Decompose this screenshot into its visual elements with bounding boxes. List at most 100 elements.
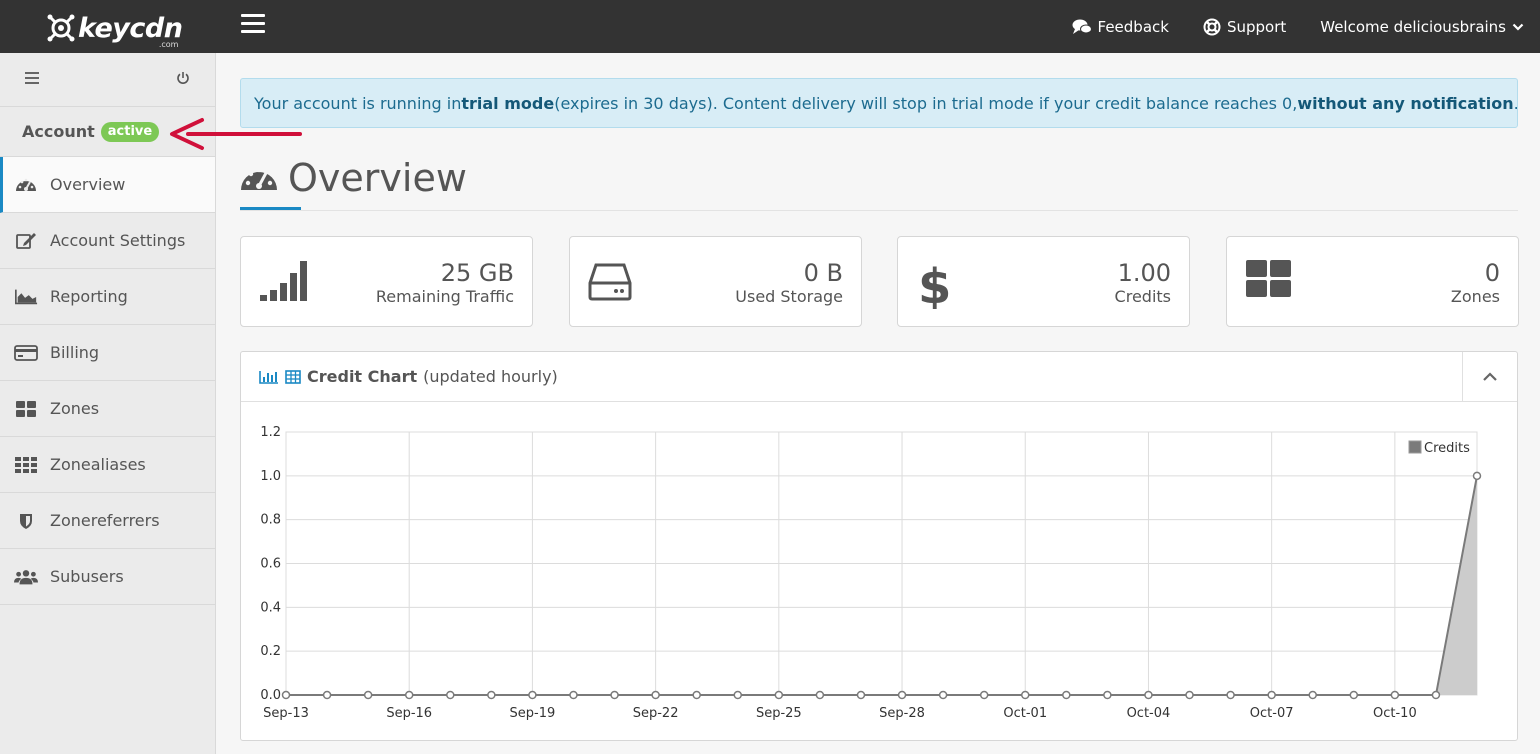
sidebar-item-label: Reporting [50,287,128,306]
x-tick-label: Sep-13 [263,706,309,721]
alert-strong-trial: trial mode [461,93,555,113]
grid-dots-icon [14,455,38,475]
data-point [1472,471,1482,481]
y-tick-label: 0.0 [260,688,281,703]
y-tick-label: 0.2 [260,644,281,659]
data-point [610,690,619,700]
hard-drive-icon [588,263,632,301]
sidebar-item-reporting[interactable]: Reporting [0,269,215,325]
logo-sub: .com [158,40,179,49]
life-ring-icon [1203,18,1221,35]
keycdn-logo[interactable]: keycdn .com [46,9,183,49]
alert-text-1: Your account is running in [254,93,462,113]
data-point [651,690,660,700]
data-point [569,690,578,700]
y-tick-label: 0.8 [260,513,281,528]
chevron-down-icon [1512,23,1524,31]
sidebar-item-label: Zonereferrers [50,511,160,530]
data-point [897,690,907,700]
sidebar-item-overview[interactable]: Overview [0,157,215,213]
hamburger-icon [241,14,265,17]
x-tick-label: Sep-22 [633,706,679,721]
data-point [1349,690,1359,700]
logo-text: keycdn [78,12,183,44]
chart-title: Credit Chart [307,367,418,386]
trial-mode-alert: Your account is running in trial mode (e… [240,78,1519,128]
chevron-up-icon [1483,372,1497,381]
menu-toggle-button[interactable] [241,14,265,36]
power-icon[interactable] [176,71,190,85]
sidebar-item-zonereferrers[interactable]: Zonereferrers [0,493,215,549]
data-point [1390,690,1400,700]
series-line [286,475,1478,696]
x-tick-label: Oct-01 [1003,706,1047,721]
comments-icon [1072,19,1092,34]
support-link[interactable]: Support [1203,18,1286,36]
list-icon-line [25,82,39,84]
stat-card-traffic: 25 GB Remaining Traffic [240,236,533,327]
page-title: Overview [240,156,467,200]
logo-mark-icon [47,14,75,42]
stat-label: Credits [1114,287,1171,306]
series-area [286,475,1477,695]
stat-label: Zones [1450,287,1500,306]
data-point [1431,690,1441,700]
y-tick-label: 0.4 [260,600,281,615]
data-point [979,690,989,700]
data-point [1020,690,1030,700]
alert-text-2: (expires in 30 days). Content delivery w… [554,93,1298,113]
sidebar-item-label: Zones [50,399,100,418]
feedback-link[interactable]: Feedback [1072,18,1169,36]
top-nav: Feedback Support Welcome deliciousbrains [1072,0,1524,53]
data-point [774,690,784,700]
credit-chart-panel: Credit Chart (updated hourly) 0.0 0.2 0.4 0… [240,351,1518,741]
shield-icon [14,511,38,531]
alert-strong-warning: without any notification [1297,93,1514,113]
x-tick-label: Sep-28 [879,706,925,721]
data-point [1226,690,1235,700]
hamburger-icon-line [241,22,265,25]
sidebar-toolbar [0,53,215,107]
sidebar-item-label: Subusers [50,567,124,586]
list-icon [25,72,39,74]
stat-value: 0 B [803,259,843,287]
bar-chart-icon[interactable] [259,370,279,384]
stat-label: Remaining Traffic [375,287,514,306]
list-icon-line [25,77,39,79]
data-point [281,690,291,700]
sidebar-item-zonealiases[interactable]: Zonealiases [0,437,215,493]
credit-card-icon [14,343,38,363]
title-divider [240,210,1518,211]
account-label: Account [22,122,95,141]
y-tick-label: 1.2 [260,425,281,440]
data-point [528,690,537,700]
data-point [1103,690,1112,700]
chart-panel-header: Credit Chart (updated hourly) [241,352,1517,402]
sidebar-item-billing[interactable]: Billing [0,325,215,381]
sidebar-item-zones[interactable]: Zones [0,381,215,437]
sidebar-item-subusers[interactable]: Subusers [0,549,215,605]
page-title-text: Overview [288,156,467,200]
data-point [404,690,414,700]
sidebar: Account active Overview Account Settings… [0,53,216,754]
y-tick-label: 0.6 [260,557,281,572]
legend-swatch [1408,440,1422,454]
signal-bars-icon [260,261,307,301]
data-point [363,690,373,700]
stat-card-credits: $ 1.00 Credits [897,236,1190,327]
collapse-button[interactable] [1462,352,1517,402]
stat-card-zones: 0 Zones [1226,236,1519,327]
x-tick-label: Sep-25 [756,706,802,721]
x-tick-label: Oct-07 [1250,706,1294,721]
x-tick-label: Oct-10 [1373,706,1417,721]
y-tick-label: 1.0 [260,469,281,484]
sidebar-collapse-button[interactable] [25,72,39,87]
x-tick-label: Sep-16 [386,706,432,721]
table-icon[interactable] [285,369,301,384]
sidebar-item-label: Billing [50,343,100,362]
user-menu-dropdown[interactable]: Welcome deliciousbrains [1320,18,1524,36]
area-chart-icon [14,287,38,307]
stat-card-storage: 0 B Used Storage [569,236,862,327]
top-bar: keycdn .com Feedback Support Welcome del… [0,0,1540,53]
sidebar-item-account-settings[interactable]: Account Settings [0,213,215,269]
